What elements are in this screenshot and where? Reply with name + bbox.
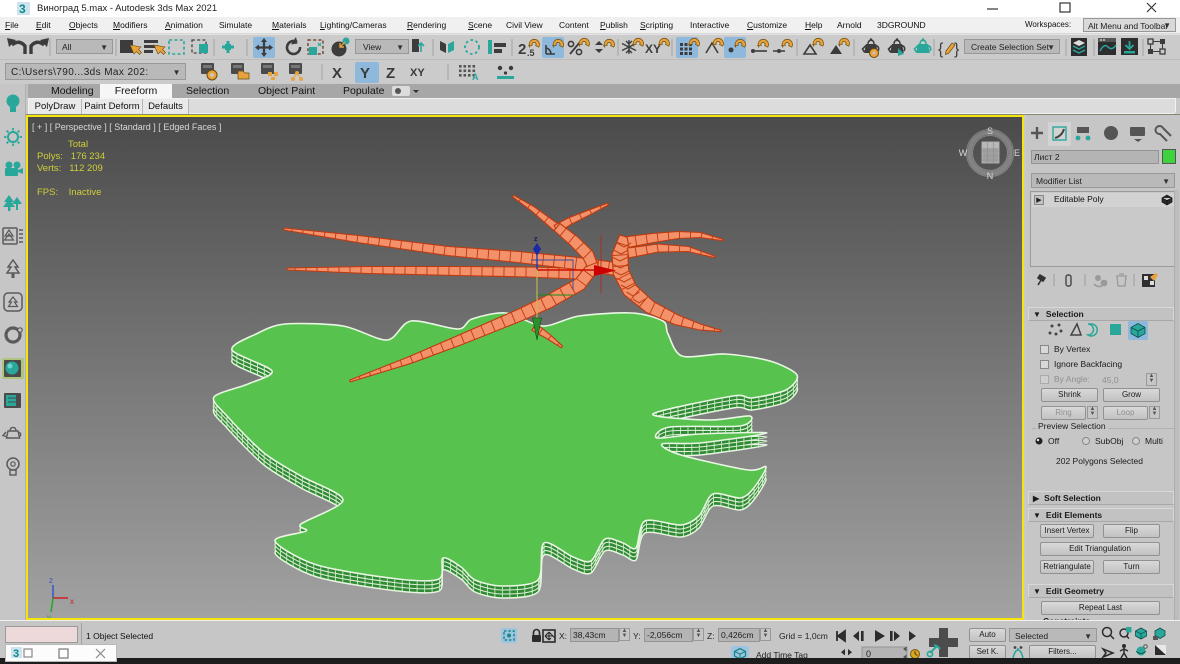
svg-text:2: 2 — [518, 41, 526, 58]
svg-text:Y: Y — [360, 65, 370, 82]
svg-text:x: x — [70, 597, 74, 606]
svg-text:E: E — [1014, 148, 1020, 158]
svg-text:S: S — [987, 126, 993, 136]
svg-text:{: { — [938, 41, 944, 58]
svg-text:.5: .5 — [527, 48, 535, 58]
svg-text:W: W — [959, 148, 968, 158]
svg-text:y: y — [47, 613, 51, 618]
svg-text:}: } — [954, 41, 960, 58]
svg-text:A: A — [472, 72, 479, 82]
svg-text:Z: Z — [386, 65, 395, 82]
svg-text:X: X — [332, 65, 342, 82]
svg-text:3: 3 — [19, 2, 26, 15]
svg-text:XY: XY — [410, 67, 425, 79]
svg-text:3: 3 — [13, 648, 19, 660]
svg-text:N: N — [987, 171, 994, 181]
svg-text:z: z — [534, 236, 538, 243]
svg-text:z: z — [49, 576, 53, 585]
